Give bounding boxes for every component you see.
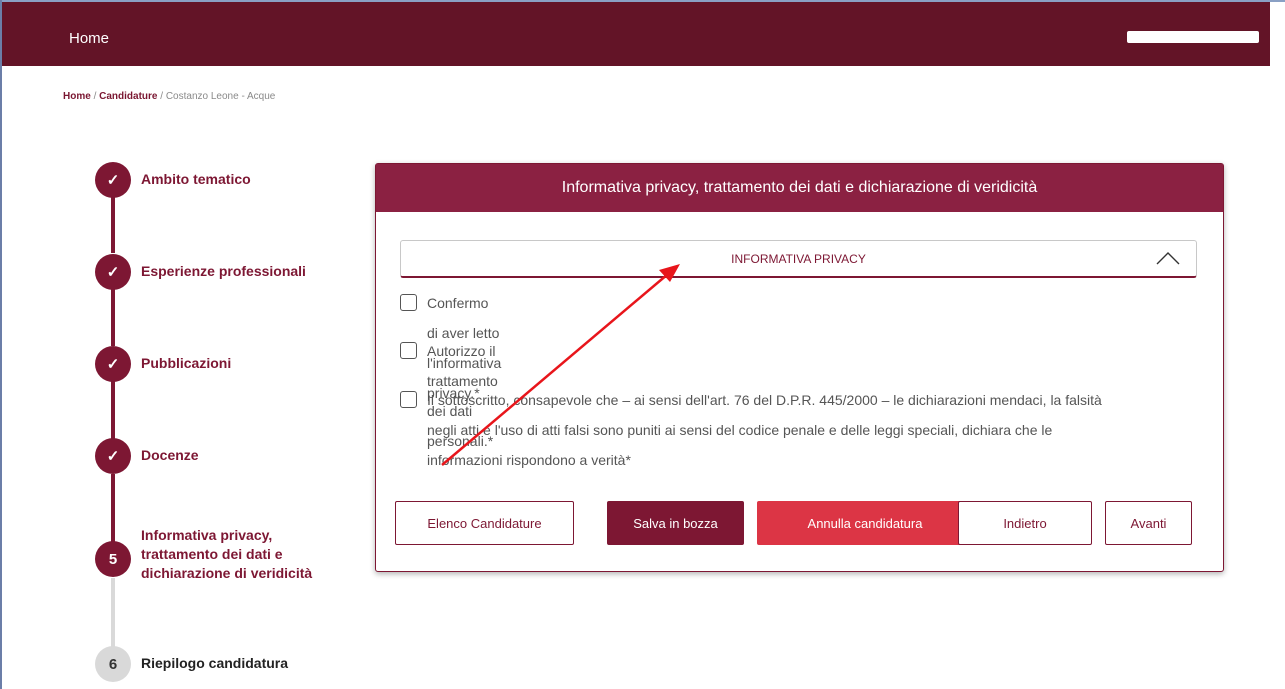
top-navbar: Home — [2, 2, 1270, 66]
accordion-label: INFORMATIVA PRIVACY — [731, 251, 866, 266]
check-icon: ✓ — [95, 346, 131, 382]
chevron-up-icon — [1156, 252, 1180, 265]
step-label-line: trattamento dei dati e — [141, 546, 283, 562]
stepper-connector — [111, 578, 115, 648]
step-label-informativa-privacy[interactable]: Informativa privacy, trattamento dei dat… — [141, 526, 312, 583]
step-label-ambito-tematico[interactable]: Ambito tematico — [141, 170, 251, 189]
veridicita-checkbox[interactable] — [400, 391, 417, 408]
breadcrumb-separator: / — [90, 91, 100, 102]
step-number: 6 — [95, 646, 131, 682]
step-label-line: Informativa privacy, — [141, 527, 273, 543]
step-label-esperienze-professionali[interactable]: Esperienze professionali — [141, 262, 306, 281]
breadcrumb-candidature[interactable]: Candidature — [99, 91, 157, 102]
salva-in-bozza-button[interactable]: Salva in bozza — [607, 501, 744, 545]
stepper-connector — [111, 380, 115, 440]
user-name-redacted[interactable] — [1127, 31, 1259, 43]
window-frame-left — [0, 0, 2, 689]
home-link[interactable]: Home — [69, 30, 109, 47]
checkbox-label-line: informazioni rispondono a verità* — [427, 452, 631, 468]
checkbox-label-line: Il sottoscritto, consapevole che – ai se… — [427, 392, 1102, 408]
stepper-connector — [111, 288, 115, 346]
check-icon: ✓ — [95, 162, 131, 198]
step-label-docenze[interactable]: Docenze — [141, 446, 199, 465]
check-icon: ✓ — [95, 254, 131, 290]
card-title: Informativa privacy, trattamento dei dat… — [376, 164, 1223, 212]
accordion-informativa-privacy[interactable]: INFORMATIVA PRIVACY — [400, 240, 1197, 278]
breadcrumb: Home / Candidature / Costanzo Leone - Ac… — [63, 91, 275, 102]
check-icon: ✓ — [95, 438, 131, 474]
stepper-connector — [111, 195, 115, 253]
annulla-candidatura-button[interactable]: Annulla candidatura — [757, 501, 973, 545]
step-label-riepilogo-candidatura[interactable]: Riepilogo candidatura — [141, 654, 288, 673]
trattamento-checkbox[interactable] — [400, 342, 417, 359]
indietro-button[interactable]: Indietro — [958, 501, 1092, 545]
checkbox-label: Il sottoscritto, consapevole che – ai se… — [427, 385, 1207, 475]
avanti-button[interactable]: Avanti — [1105, 501, 1192, 545]
step-label-pubblicazioni[interactable]: Pubblicazioni — [141, 354, 231, 373]
breadcrumb-separator: / — [157, 91, 166, 102]
step-number: 5 — [95, 541, 131, 577]
stepper-connector — [111, 474, 115, 542]
breadcrumb-home[interactable]: Home — [63, 91, 91, 102]
privacy-checkbox[interactable] — [400, 294, 417, 311]
step-label-line: dichiarazione di veridicità — [141, 565, 313, 581]
checkbox-label-line: negli atti e l'uso di atti falsi sono pu… — [427, 422, 1053, 438]
breadcrumb-current: Costanzo Leone - Acque — [165, 91, 276, 102]
privacy-card: Informativa privacy, trattamento dei dat… — [375, 163, 1224, 572]
elenco-candidature-button[interactable]: Elenco Candidature — [395, 501, 574, 545]
